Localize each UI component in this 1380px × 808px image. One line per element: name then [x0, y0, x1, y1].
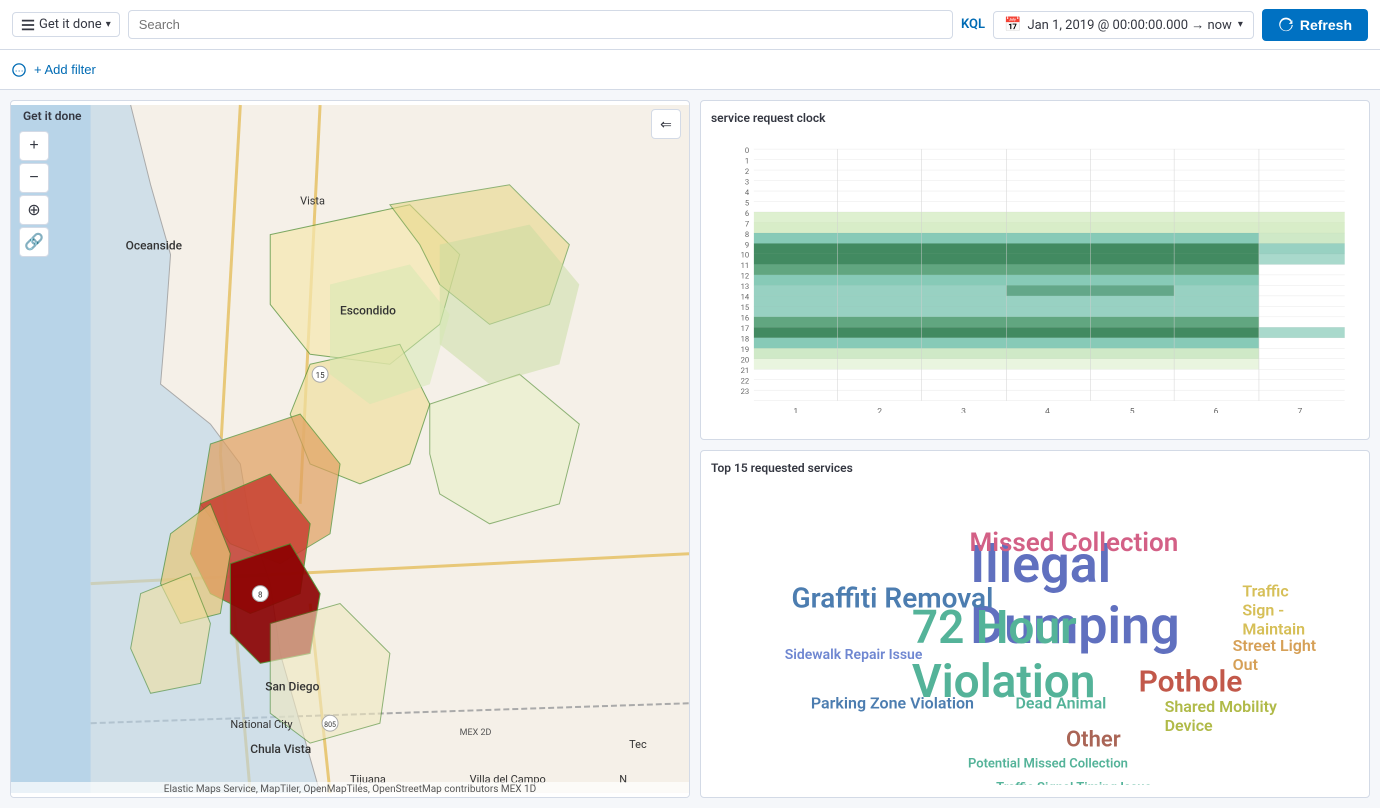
svg-text:1: 1	[745, 156, 749, 165]
svg-text:805: 805	[324, 721, 336, 729]
svg-text:Oceanside: Oceanside	[126, 239, 183, 253]
kql-toggle[interactable]: KQL	[961, 17, 985, 32]
svg-text:10: 10	[741, 251, 750, 260]
y-axis-labels: 0 1 2 3 4 5 6 7 8 9 10 11 12 13	[741, 146, 750, 396]
wordcloud-container: Illegal DumpingMissed CollectionGraffiti…	[711, 483, 1359, 785]
svg-text:5: 5	[1130, 407, 1135, 413]
index-selector[interactable]: Get it done ▾	[12, 12, 120, 37]
word-cloud-item[interactable]: Parking Zone Violation	[811, 694, 974, 713]
svg-text:9: 9	[745, 240, 749, 249]
svg-text:4: 4	[1045, 407, 1050, 413]
zoom-in-button[interactable]: +	[19, 131, 49, 161]
svg-text:23: 23	[741, 387, 750, 396]
clock-panel: service request clock 0 1 2 3 4 5 6 7 8	[700, 100, 1370, 440]
svg-text:11: 11	[741, 261, 750, 270]
main-content: Get it done + − ⊕ 🔗 ⇐	[0, 90, 1380, 808]
svg-text:15: 15	[316, 371, 325, 380]
svg-text:20: 20	[741, 356, 750, 365]
collapse-map-button[interactable]: ⇐	[651, 109, 681, 139]
svg-text:5: 5	[745, 198, 749, 207]
svg-text:7: 7	[745, 219, 749, 228]
crosshair-button[interactable]: ⊕	[19, 195, 49, 225]
add-filter-label: + Add filter	[34, 62, 96, 77]
clock-panel-title: service request clock	[711, 111, 1359, 125]
svg-text:12: 12	[741, 272, 750, 281]
wordcloud-panel: Top 15 requested services Illegal Dumpin…	[700, 450, 1370, 798]
map-controls: + − ⊕ 🔗	[19, 131, 49, 257]
chevron-down-icon: ▾	[106, 19, 111, 30]
svg-text:7: 7	[1298, 407, 1303, 413]
svg-text:2: 2	[745, 167, 749, 176]
refresh-button[interactable]: Refresh	[1262, 9, 1368, 41]
calendar-icon: 📅	[1004, 17, 1021, 33]
svg-text:8: 8	[258, 591, 263, 600]
svg-text:15: 15	[741, 303, 750, 312]
zoom-out-button[interactable]: −	[19, 163, 49, 193]
svg-text:San Diego: San Diego	[265, 679, 319, 693]
svg-text:17: 17	[741, 324, 750, 333]
svg-text:2: 2	[877, 407, 882, 413]
right-panels: service request clock 0 1 2 3 4 5 6 7 8	[700, 100, 1370, 798]
svg-text:6: 6	[1214, 407, 1219, 413]
refresh-label: Refresh	[1300, 17, 1352, 33]
word-cloud-item[interactable]: Potential Missed Collection	[968, 756, 1128, 771]
add-filter-button[interactable]: + Add filter	[34, 62, 96, 77]
word-cloud-item[interactable]: Dead Animal	[1015, 694, 1106, 713]
wordcloud-panel-title: Top 15 requested services	[711, 461, 1359, 475]
svg-text:Escondido: Escondido	[340, 303, 396, 317]
time-picker[interactable]: 📅 Jan 1, 2019 @ 00:00:00.000 → now ▾	[993, 11, 1254, 39]
word-cloud-item[interactable]: Traffic Sign - Maintain	[1242, 581, 1320, 638]
map-visualization: Oceanside Vista Escondido San Diego Nati…	[11, 101, 689, 797]
clock-chart: 0 1 2 3 4 5 6 7 8 9 10 11 12 13	[711, 133, 1359, 413]
filter-bar: ⋯ + Add filter	[0, 50, 1380, 90]
word-cloud-item[interactable]: Sidewalk Repair Issue	[785, 647, 923, 663]
svg-text:Tec: Tec	[629, 738, 647, 751]
svg-text:6: 6	[745, 209, 749, 218]
svg-text:21: 21	[741, 366, 750, 375]
map-attribution: Elastic Maps Service, MapTiler, OpenMapT…	[11, 782, 689, 797]
svg-text:14: 14	[741, 293, 750, 302]
refresh-icon	[1278, 17, 1294, 33]
map-panel: Get it done + − ⊕ 🔗 ⇐	[10, 100, 690, 798]
map-panel-title: Get it done	[23, 109, 82, 123]
index-icon	[21, 18, 35, 32]
svg-text:National City: National City	[230, 718, 293, 731]
svg-text:Vista: Vista	[300, 195, 325, 208]
word-cloud-item[interactable]: Missed Collection	[969, 528, 1178, 558]
word-cloud-item[interactable]: Pothole	[1139, 665, 1243, 700]
top-bar: Get it done ▾ KQL 📅 Jan 1, 2019 @ 00:00:…	[0, 0, 1380, 50]
word-cloud-item[interactable]: Traffic Signal Timing Issue	[996, 781, 1151, 785]
svg-text:22: 22	[741, 377, 750, 386]
svg-text:3: 3	[745, 177, 749, 186]
svg-text:Chula Vista: Chula Vista	[250, 742, 311, 756]
word-cloud-item[interactable]: Other	[1066, 727, 1121, 752]
index-label: Get it done	[39, 17, 102, 32]
search-input[interactable]	[128, 10, 953, 39]
svg-text:16: 16	[741, 314, 750, 323]
chevron-down-icon: ▾	[1238, 19, 1243, 30]
word-cloud-item[interactable]: Street Light Out	[1233, 636, 1317, 674]
filter-options-icon: ⋯	[12, 63, 26, 77]
svg-text:8: 8	[745, 230, 749, 239]
svg-text:19: 19	[741, 345, 750, 354]
svg-text:⋯: ⋯	[15, 66, 24, 76]
time-range-label: Jan 1, 2019 @ 00:00:00.000 → now	[1027, 17, 1231, 33]
svg-text:18: 18	[741, 335, 750, 344]
svg-text:3: 3	[961, 407, 966, 413]
link-button[interactable]: 🔗	[19, 227, 49, 257]
svg-text:0: 0	[745, 146, 749, 155]
svg-text:4: 4	[745, 188, 750, 197]
svg-text:MEX 2D: MEX 2D	[460, 728, 492, 738]
word-cloud-item[interactable]: Shared Mobility Device	[1165, 697, 1295, 735]
svg-text:1: 1	[793, 407, 798, 413]
svg-text:13: 13	[741, 282, 750, 291]
